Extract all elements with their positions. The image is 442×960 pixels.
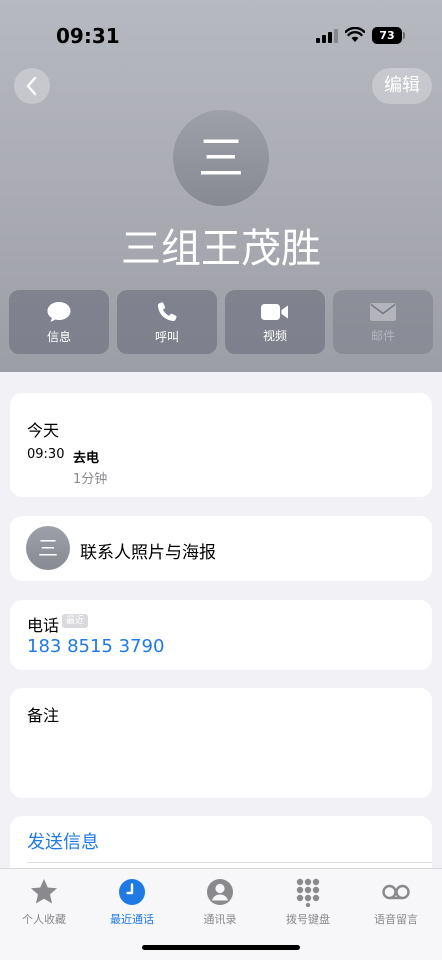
contact-poster-row[interactable]: 三 联系人照片与海报 — [10, 516, 432, 581]
keypad-icon — [296, 878, 320, 907]
video-label: 视频 — [262, 328, 287, 343]
phone-card[interactable]: 电话 最近 183 8515 3790 — [10, 600, 432, 670]
chevron-left-icon — [26, 76, 37, 96]
battery-cap — [403, 32, 405, 39]
contact-avatar: 三 — [173, 110, 269, 206]
voicemail-icon — [382, 884, 410, 900]
cellular-signal-icon — [316, 29, 340, 43]
phone-icon — [157, 301, 177, 321]
status-time: 09:31 — [56, 24, 120, 48]
tab-favorites[interactable]: 个人收藏 — [0, 877, 88, 927]
phone-label: 电话 — [27, 616, 60, 635]
video-button[interactable]: 视频 — [225, 290, 325, 354]
tab-voicemail[interactable]: 语音留言 — [352, 877, 440, 927]
mail-label: 邮件 — [370, 328, 395, 343]
status-bar: 09:31 73 — [0, 0, 442, 70]
tab-favorites-label: 个人收藏 — [22, 913, 66, 926]
contact-name: 三组王茂胜 — [121, 226, 321, 272]
divider — [27, 862, 432, 863]
tab-recents-label: 最近通话 — [110, 913, 154, 926]
recent-calls-card: 今天 09:30 去电 1分钟 — [10, 393, 432, 497]
poster-label: 联系人照片与海报 — [80, 543, 216, 563]
message-button[interactable]: 信息 — [9, 290, 109, 354]
call-duration: 1分钟 — [73, 472, 108, 487]
edit-button[interactable]: 编辑 — [372, 68, 432, 104]
send-message-link[interactable]: 发送信息 — [27, 828, 99, 854]
tab-contacts-label: 通讯录 — [203, 913, 237, 926]
call-type: 去电 — [73, 451, 100, 466]
phone-number[interactable]: 183 8515 3790 — [27, 636, 164, 657]
call-label: 呼叫 — [154, 329, 179, 344]
call-button[interactable]: 呼叫 — [117, 290, 217, 354]
recent-calls-date: 今天 — [27, 421, 60, 440]
tab-keypad-label: 拨号键盘 — [286, 913, 330, 926]
poster-avatar: 三 — [26, 526, 70, 570]
tab-recents[interactable]: 最近通话 — [88, 877, 176, 927]
message-label: 信息 — [46, 329, 71, 344]
notes-label: 备注 — [27, 706, 60, 725]
message-icon — [47, 301, 71, 322]
tab-keypad[interactable]: 拨号键盘 — [264, 877, 352, 927]
home-indicator — [142, 945, 300, 950]
wifi-icon — [345, 27, 365, 42]
tab-voicemail-label: 语音留言 — [374, 913, 418, 926]
call-time: 09:30 — [27, 447, 65, 462]
back-button[interactable] — [14, 68, 50, 104]
notes-card[interactable]: 备注 — [10, 688, 432, 798]
star-icon — [31, 879, 57, 904]
send-message-card: 发送信息 — [10, 816, 432, 876]
mail-icon — [370, 302, 396, 321]
tab-contacts[interactable]: 通讯录 — [176, 877, 264, 927]
contact-header: 09:31 73 编辑 三 三组王茂胜 信息 呼叫 视频 邮件 — [0, 0, 442, 372]
clock-icon — [119, 879, 145, 905]
battery-indicator: 73 — [372, 27, 402, 44]
phone-recent-badge: 最近 — [62, 614, 89, 628]
video-icon — [261, 303, 288, 320]
person-icon — [207, 879, 233, 905]
mail-button[interactable]: 邮件 — [333, 290, 433, 354]
quick-actions: 信息 呼叫 视频 邮件 — [9, 290, 433, 354]
